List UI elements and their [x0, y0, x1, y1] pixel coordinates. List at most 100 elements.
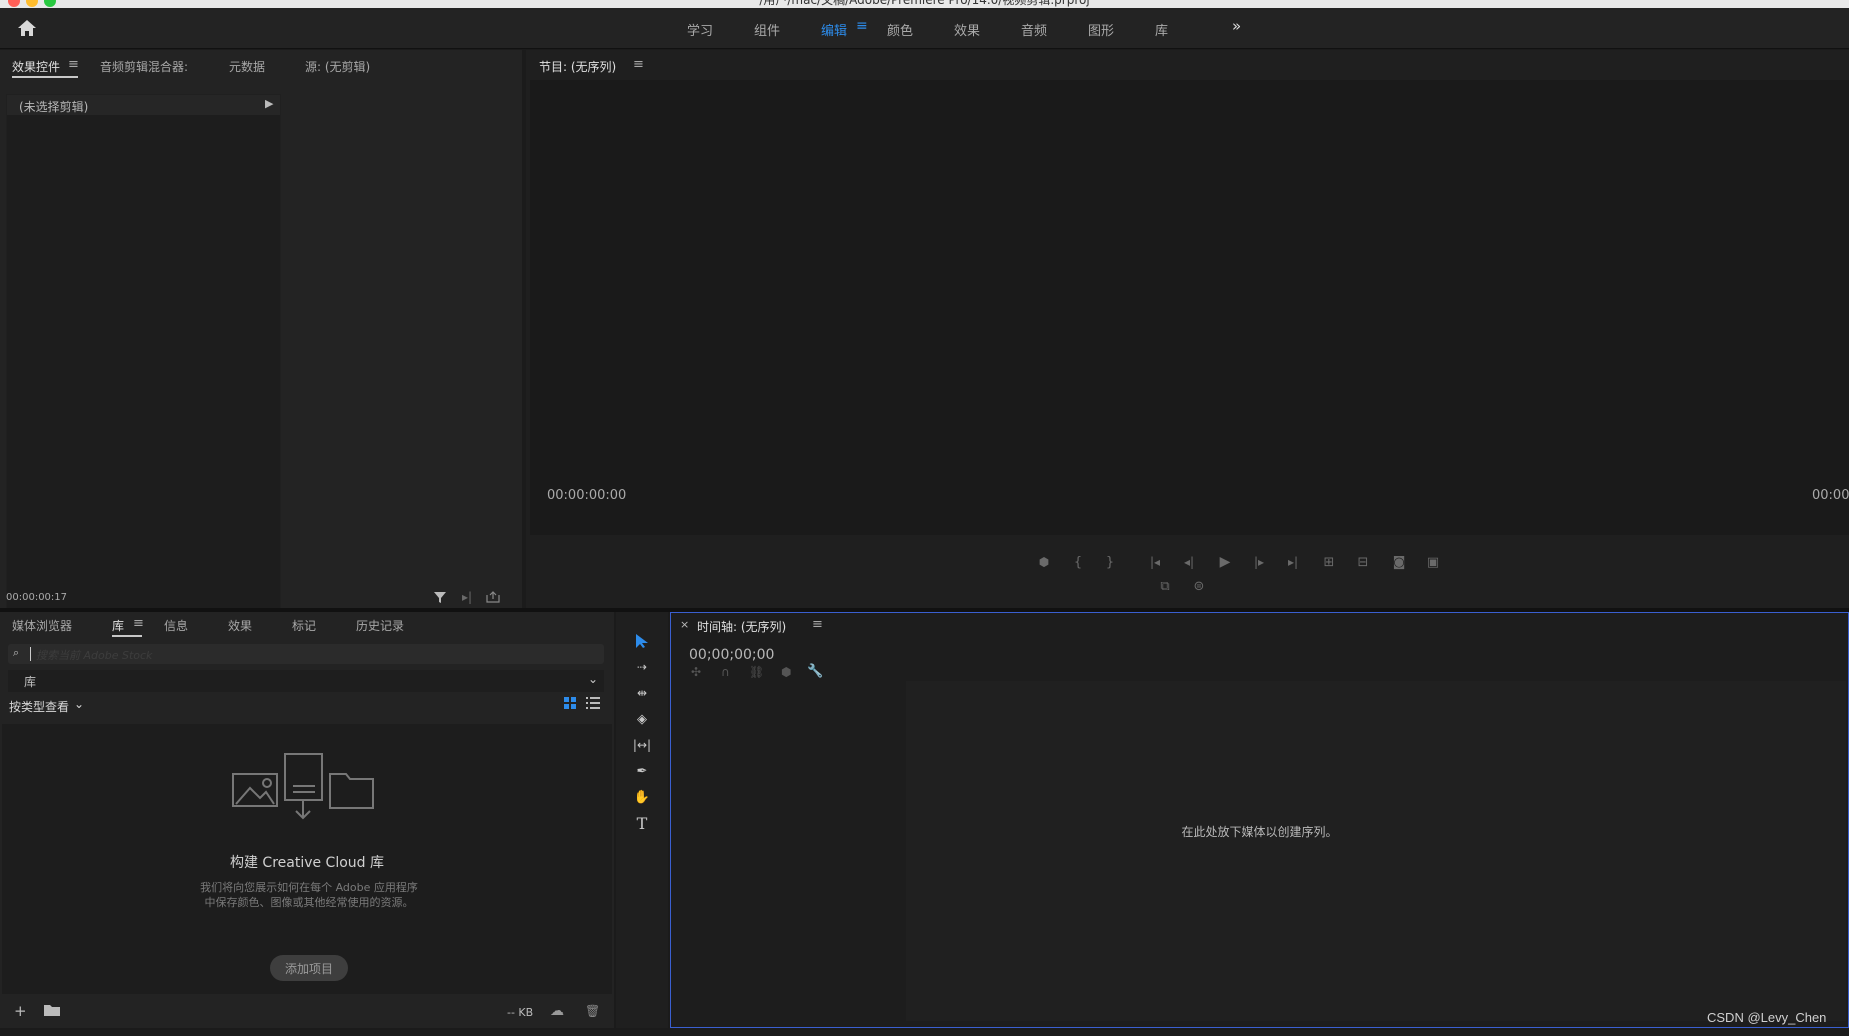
panel-menu-icon[interactable]: ≡: [633, 57, 644, 72]
razor-tool-icon[interactable]: ◈: [616, 706, 668, 732]
active-tab-underline: [12, 76, 78, 78]
search-icon: ⌕: [13, 646, 20, 659]
timeline-title[interactable]: 时间轴: (无序列): [697, 618, 786, 635]
play-audio-icon[interactable]: ▸|: [458, 588, 476, 606]
timeline-panel: × 时间轴: (无序列) ≡ 00;00;00;00 ✣ ∩ ⛓ ⬢ 🔧 在此处…: [670, 612, 1849, 1028]
clip-list-area: (未选择剪辑) ▶: [6, 94, 281, 632]
timeline-toolbar: ✣ ∩ ⛓ ⬢ 🔧: [687, 664, 897, 681]
panel-menu-icon[interactable]: ≡: [812, 617, 823, 632]
comparison-view-icon[interactable]: ▣: [1422, 552, 1444, 572]
step-back-icon[interactable]: ◂|: [1178, 552, 1200, 572]
grid-view-icon[interactable]: [564, 697, 578, 711]
tab-media-browser[interactable]: 媒体浏览器: [12, 617, 72, 634]
library-select[interactable]: 库 ⌄: [8, 670, 604, 692]
cloud-sync-icon[interactable]: ☁: [550, 1003, 564, 1019]
step-forward-icon[interactable]: |▸: [1248, 552, 1270, 572]
tools-panel: ⇢ ⇹ ◈ |↔| ✒ ✋ T: [616, 612, 668, 1028]
library-panel: 媒体浏览器 库 ≡ 信息 效果 标记 历史记录 ⌕ 搜索当前 Adobe Sto…: [0, 612, 614, 1028]
library-select-value: 库: [24, 675, 37, 689]
library-empty-state: 构建 Creative Cloud 库 我们将向您展示如何在每个 Adobe 应…: [2, 724, 612, 994]
text-cursor: [30, 647, 31, 661]
chevron-down-icon[interactable]: ⌄: [588, 672, 598, 686]
workspace-tab-assembly[interactable]: 组件: [754, 20, 780, 39]
expand-arrow-icon[interactable]: ▶: [265, 97, 273, 110]
mark-out-icon[interactable]: }: [1100, 552, 1120, 572]
play-icon[interactable]: ▶: [1214, 552, 1236, 572]
search-box[interactable]: ⌕ 搜索当前 Adobe Stock: [8, 644, 604, 664]
workspace-tab-learn[interactable]: 学习: [687, 20, 713, 39]
program-timecode-left[interactable]: 00:00:00:00: [547, 488, 626, 503]
effect-controls-panel: 效果控件 ≡ 音频剪辑混合器: 元数据 源: (无剪辑) (未选择剪辑) ▶ 0…: [0, 50, 522, 632]
empty-description: 我们将向您展示如何在每个 Adobe 应用程序中保存颜色、图像或其他经常使用的资…: [200, 881, 418, 909]
tab-info[interactable]: 信息: [164, 617, 188, 634]
go-to-in-icon[interactable]: |◂: [1144, 552, 1166, 572]
selection-tool-icon[interactable]: [616, 628, 668, 654]
safe-margins-icon[interactable]: ⧉: [1154, 576, 1176, 596]
window-title: /用户/mac/文稿/Adobe/Premiere Pro/14.0/视频剪辑.…: [759, 0, 1090, 7]
tab-markers[interactable]: 标记: [292, 617, 316, 634]
chevron-down-icon[interactable]: ⌄: [74, 697, 84, 711]
double-chevron-right-icon[interactable]: »: [1232, 17, 1241, 35]
tab-effect-controls[interactable]: 效果控件: [12, 58, 60, 75]
snap-icon[interactable]: ∩: [721, 665, 730, 679]
home-icon[interactable]: [14, 16, 40, 40]
add-marker-icon[interactable]: ⬢: [1034, 552, 1054, 572]
add-icon[interactable]: +: [14, 1002, 27, 1020]
program-monitor-title[interactable]: 节目: (无序列): [539, 58, 616, 75]
add-item-button[interactable]: 添加项目: [270, 955, 348, 981]
workspace-tab-libraries[interactable]: 库: [1155, 20, 1168, 39]
lift-icon[interactable]: ⊞: [1318, 552, 1340, 572]
storage-label: -- KB: [507, 1006, 534, 1019]
workspace-tab-audio[interactable]: 音频: [1021, 20, 1047, 39]
workspace-bar: 学习 组件 编辑 ≡ 颜色 效果 音频 图形 库 »: [0, 8, 1849, 49]
tab-libraries[interactable]: 库: [112, 617, 124, 634]
hand-tool-icon[interactable]: ✋: [616, 784, 668, 810]
tab-audio-clip-mixer[interactable]: 音频剪辑混合器:: [100, 58, 188, 75]
empty-title: 构建 Creative Cloud 库: [229, 855, 385, 871]
workspace-tab-effects[interactable]: 效果: [954, 20, 980, 39]
tab-history[interactable]: 历史记录: [356, 617, 404, 634]
filter-icon[interactable]: [432, 588, 448, 606]
close-icon[interactable]: ×: [680, 618, 689, 631]
workspace-tab-editing[interactable]: 编辑: [821, 20, 847, 39]
mark-in-icon[interactable]: {: [1068, 552, 1088, 572]
active-tab-underline: [112, 635, 142, 637]
nest-sequence-icon[interactable]: ✣: [691, 665, 701, 679]
video-display: [530, 80, 1849, 535]
tab-metadata[interactable]: 元数据: [229, 58, 265, 75]
extract-icon[interactable]: ⊟: [1352, 552, 1374, 572]
linked-selection-icon[interactable]: ⛓: [749, 665, 764, 679]
no-clip-label: (未选择剪辑): [19, 100, 89, 114]
watermark: CSDN @Levy_Chen: [1707, 1010, 1827, 1025]
type-tool-icon[interactable]: T: [616, 810, 668, 836]
view-by-dropdown[interactable]: 按类型查看: [9, 698, 69, 715]
search-input[interactable]: 搜索当前 Adobe Stock: [36, 647, 152, 663]
transport-controls: ⬢ { } |◂ ◂| ▶ |▸ ▸| ⊞ ⊟ ◙ ▣ ⧉ ⊜: [1026, 550, 1786, 610]
workspace-menu-icon[interactable]: ≡: [856, 18, 868, 34]
list-view-icon[interactable]: [586, 697, 600, 711]
trash-icon[interactable]: 🗑: [585, 1004, 600, 1018]
export-icon[interactable]: [484, 588, 502, 606]
vr-video-icon[interactable]: ⊜: [1188, 576, 1210, 596]
panel-menu-icon[interactable]: ≡: [133, 616, 144, 631]
track-select-tool-icon[interactable]: ⇢: [616, 654, 668, 680]
program-monitor-panel: 节目: (无序列) ≡ 00:00:00:00 00:00 ⬢ { } |◂ ◂…: [526, 50, 1849, 608]
timeline-track-area[interactable]: [906, 681, 1846, 1021]
workspace-tab-graphics[interactable]: 图形: [1088, 20, 1114, 39]
tab-effects[interactable]: 效果: [228, 617, 252, 634]
ripple-edit-tool-icon[interactable]: ⇹: [616, 680, 668, 706]
add-marker-icon[interactable]: ⬢: [781, 665, 791, 679]
workspace-tab-color[interactable]: 颜色: [887, 20, 913, 39]
panel-menu-icon[interactable]: ≡: [68, 57, 79, 72]
timeline-timecode[interactable]: 00;00;00;00: [689, 647, 774, 663]
program-timecode-right: 00:00: [1812, 488, 1849, 503]
tab-source[interactable]: 源: (无剪辑): [305, 58, 370, 75]
folder-icon[interactable]: [44, 1004, 62, 1018]
slip-tool-icon[interactable]: |↔|: [616, 732, 668, 758]
effect-timecode[interactable]: 00:00:00:17: [6, 592, 67, 603]
export-frame-icon[interactable]: ◙: [1388, 552, 1410, 572]
no-clip-row[interactable]: (未选择剪辑) ▶: [7, 95, 280, 115]
go-to-out-icon[interactable]: ▸|: [1282, 552, 1304, 572]
pen-tool-icon[interactable]: ✒: [616, 758, 668, 784]
wrench-icon[interactable]: 🔧: [807, 664, 823, 679]
